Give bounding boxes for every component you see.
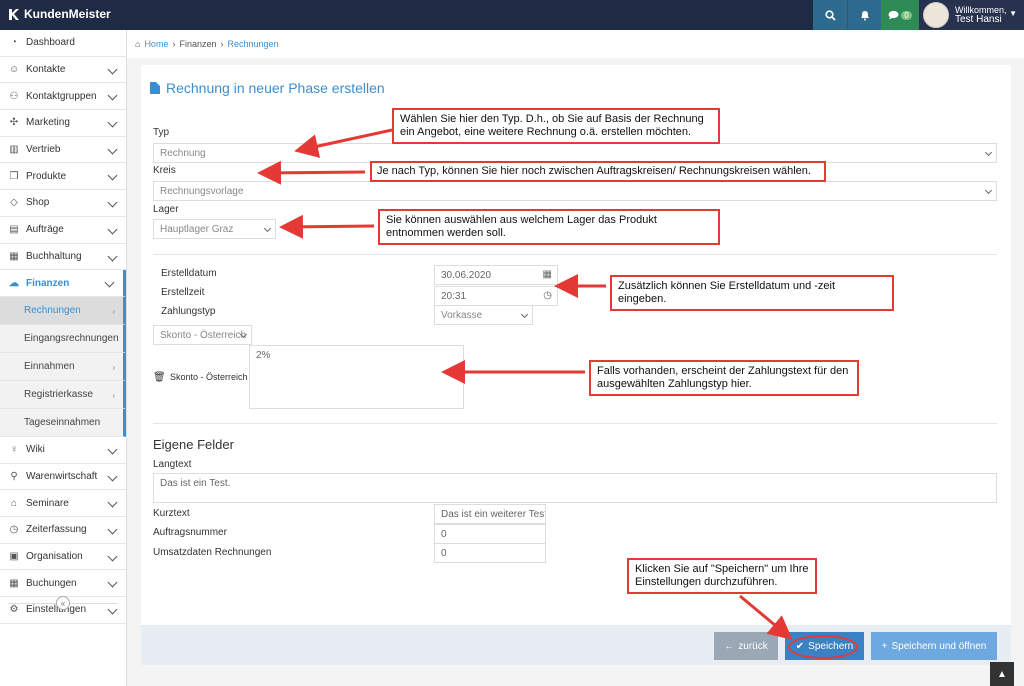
annotation-arrow xyxy=(279,214,375,239)
annotation-arrow xyxy=(739,594,793,640)
annotation-arrow xyxy=(257,160,366,185)
annotation-arrows xyxy=(257,128,793,640)
annotation-arrow xyxy=(294,128,393,158)
